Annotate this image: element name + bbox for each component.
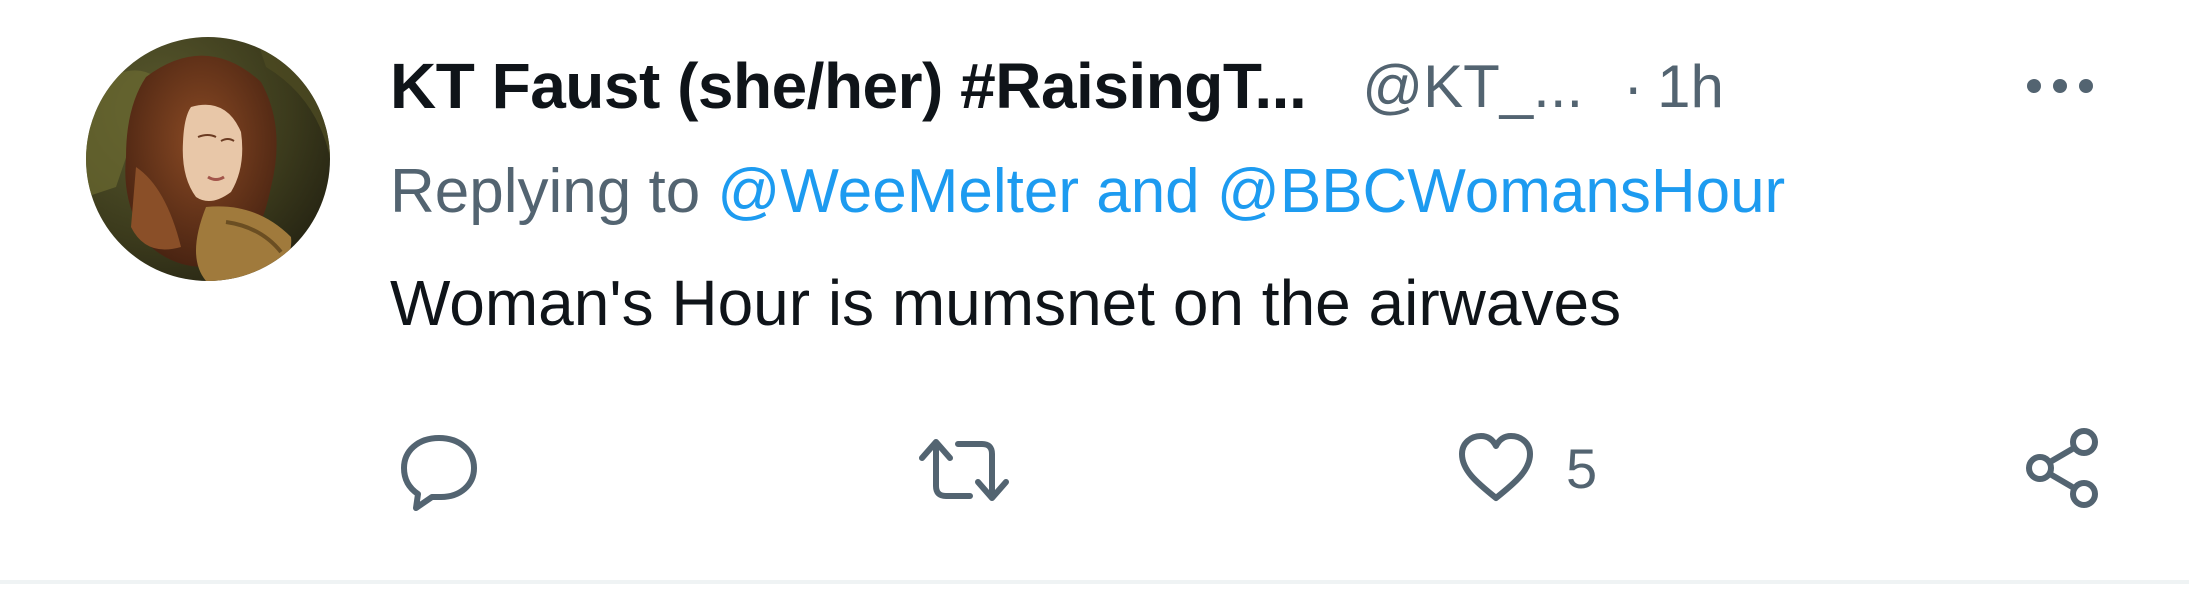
separator-dot: · [1623, 52, 1644, 120]
avatar-portrait-image [86, 37, 330, 281]
more-icon [2027, 79, 2093, 93]
reply-icon [401, 435, 477, 511]
timestamp[interactable]: 1h [1657, 52, 1724, 121]
display-name[interactable]: KT Faust (she/her) #RaisingT... [390, 49, 1307, 123]
replying-to-conjunction: and [1096, 157, 1200, 226]
mention-link[interactable]: @BBCWomansHour [1217, 157, 1785, 226]
like-button[interactable]: 5 [1456, 430, 1597, 506]
replying-to-label: Replying to [390, 157, 701, 226]
tweet-card[interactable]: KT Faust (she/her) #RaisingT... @KT_... … [0, 0, 2189, 584]
more-options-button[interactable] [2020, 60, 2100, 110]
avatar[interactable] [86, 37, 330, 281]
like-count: 5 [1566, 436, 1598, 500]
share-icon [2026, 428, 2098, 508]
replying-to-line: Replying to @WeeMelter and @BBCWomansHou… [390, 156, 1785, 227]
user-handle[interactable]: @KT_... [1362, 52, 1583, 121]
mention-link[interactable]: @WeeMelter [717, 157, 1079, 226]
reply-button[interactable] [396, 430, 482, 512]
tweet-text: Woman's Hour is mumsnet on the airwaves [390, 267, 1622, 339]
retweet-button[interactable] [918, 434, 1010, 506]
retweet-icon [919, 439, 1009, 501]
tweet-actions: 5 [0, 424, 2189, 514]
share-button[interactable] [2024, 428, 2100, 508]
divider [0, 580, 2189, 584]
tweet-header: KT Faust (she/her) #RaisingT... @KT_... … [390, 46, 1724, 126]
heart-icon [1459, 433, 1533, 501]
